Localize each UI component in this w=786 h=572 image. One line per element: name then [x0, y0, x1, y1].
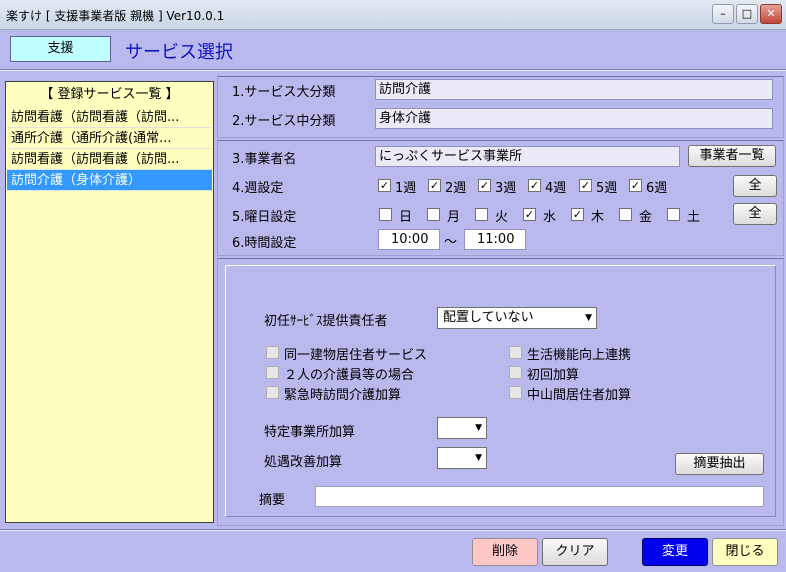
week-label-6: 6週	[646, 181, 668, 196]
function-improvement-checkbox[interactable]	[509, 346, 522, 359]
treatment-improvement-select[interactable]: ▼	[437, 447, 487, 469]
treatment-improvement-label: 処遇改善加算	[264, 455, 343, 470]
provider-name-field[interactable]: にっぷくサービス事業所	[375, 146, 680, 167]
list-item[interactable]: 通所介護（通所介護(通常...	[7, 128, 212, 149]
list-item[interactable]: 訪問看護（訪問看護（訪問...	[7, 107, 212, 128]
delete-button[interactable]: 削除	[472, 538, 538, 566]
header-divider	[0, 69, 786, 71]
close-button[interactable]: 閉じる	[712, 538, 778, 566]
same-building-label: 同一建物居住者サービス	[284, 348, 428, 363]
title-bar: 楽すけ [ 支援事業者版 親機 ] Ver10.0.1 – □ ✕	[0, 0, 786, 30]
list-item-selected[interactable]: 訪問介護（身体介護）	[7, 170, 212, 191]
mountain-area-checkbox[interactable]	[509, 386, 522, 399]
day-checkbox-mon[interactable]	[427, 208, 440, 221]
day-label-thu: 木	[591, 210, 605, 225]
emergency-visit-checkbox[interactable]	[266, 386, 279, 399]
chevron-down-icon: ▼	[475, 423, 482, 433]
day-checkbox-sat[interactable]	[667, 208, 680, 221]
maximize-button[interactable]: □	[736, 4, 758, 24]
middle-category-field[interactable]: 身体介護	[375, 108, 773, 129]
day-label-fri: 金	[639, 210, 653, 225]
day-label-sun: 日	[399, 210, 413, 225]
minimize-icon: –	[720, 7, 726, 20]
specific-office-label: 特定事業所加算	[264, 425, 356, 440]
day-checkbox-thu[interactable]: ✓	[571, 208, 584, 221]
day-checkbox-sun[interactable]	[379, 208, 392, 221]
middle-category-label: 2.サービス中分類	[232, 114, 336, 129]
day-all-button[interactable]: 全	[733, 203, 777, 225]
day-label-tue: 火	[495, 210, 509, 225]
week-all-button[interactable]: 全	[733, 175, 777, 197]
day-checkbox-fri[interactable]	[619, 208, 632, 221]
week-checkbox-2[interactable]: ✓	[428, 179, 441, 192]
end-time-input[interactable]: 11:00	[464, 229, 526, 250]
week-label-2: 2週	[445, 181, 467, 196]
clear-button[interactable]: クリア	[542, 538, 608, 566]
maximize-icon: □	[741, 7, 753, 20]
initial-addition-checkbox[interactable]	[509, 366, 522, 379]
major-category-field[interactable]: 訪問介護	[375, 79, 773, 100]
close-icon: ✕	[766, 7, 776, 20]
function-improvement-label: 生活機能向上連携	[527, 348, 632, 363]
two-caregivers-checkbox[interactable]	[266, 366, 279, 379]
week-checkbox-1[interactable]: ✓	[378, 179, 391, 192]
major-category-label: 1.サービス大分類	[232, 85, 336, 100]
week-checkbox-6[interactable]: ✓	[629, 179, 642, 192]
first-responsible-label: 初任ｻｰﾋﾞｽ提供責任者	[264, 314, 388, 329]
mode-indicator: 支援	[10, 36, 111, 62]
extract-memo-button[interactable]: 摘要抽出	[675, 453, 764, 475]
provider-label: 3.事業者名	[232, 152, 297, 167]
emergency-visit-label: 緊急時訪問介護加算	[284, 388, 402, 403]
day-checkbox-tue[interactable]	[475, 208, 488, 221]
time-separator: ～	[444, 235, 458, 250]
start-time-input[interactable]: 10:00	[378, 229, 440, 250]
day-label-sat: 土	[687, 210, 701, 225]
week-checkbox-3[interactable]: ✓	[478, 179, 491, 192]
week-setting-label: 4.週設定	[232, 181, 284, 196]
mountain-area-label: 中山間居住者加算	[527, 388, 632, 403]
change-button[interactable]: 変更	[642, 538, 708, 566]
first-responsible-value: 配置していない	[443, 310, 534, 325]
initial-addition-label: 初回加算	[527, 368, 580, 383]
page-title: サービス選択	[125, 42, 233, 63]
day-setting-label: 5.曜日設定	[232, 210, 297, 225]
time-setting-label: 6.時間設定	[232, 236, 297, 251]
two-caregivers-label: ２人の介護員等の場合	[284, 368, 415, 383]
day-label-mon: 月	[447, 210, 461, 225]
chevron-down-icon: ▼	[585, 313, 592, 323]
memo-label: 摘要	[259, 493, 286, 508]
week-checkbox-5[interactable]: ✓	[579, 179, 592, 192]
footer-divider	[0, 529, 786, 531]
minimize-button[interactable]: –	[712, 4, 734, 24]
week-checkbox-4[interactable]: ✓	[528, 179, 541, 192]
day-label-wed: 水	[543, 210, 557, 225]
week-label-5: 5週	[596, 181, 618, 196]
week-label-3: 3週	[495, 181, 517, 196]
window-title: 楽すけ [ 支援事業者版 親機 ] Ver10.0.1	[6, 9, 225, 23]
same-building-checkbox[interactable]	[266, 346, 279, 359]
specific-office-select[interactable]: ▼	[437, 417, 487, 439]
list-header: 【 登録サービス一覧 】	[40, 87, 179, 102]
provider-list-button[interactable]: 事業者一覧	[688, 145, 776, 167]
day-checkbox-wed[interactable]: ✓	[523, 208, 536, 221]
week-label-1: 1週	[395, 181, 417, 196]
registered-service-list: 【 登録サービス一覧 】 訪問看護（訪問看護（訪問... 通所介護（通所介護(通…	[5, 81, 214, 523]
memo-input[interactable]	[315, 486, 764, 507]
week-label-4: 4週	[545, 181, 567, 196]
chevron-down-icon: ▼	[475, 453, 482, 463]
first-responsible-select[interactable]: 配置していない ▼	[437, 307, 597, 329]
close-window-button[interactable]: ✕	[760, 4, 782, 24]
list-item[interactable]: 訪問看護（訪問看護（訪問...	[7, 149, 212, 170]
